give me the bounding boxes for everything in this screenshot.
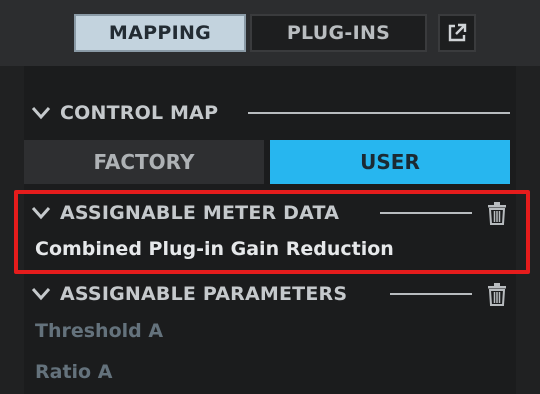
top-toolbar: MAPPING PLUG-INS	[0, 0, 540, 66]
assignable-parameters-header[interactable]: ASSIGNABLE PARAMETERS	[30, 279, 347, 309]
parameter-item-threshold-a[interactable]: Threshold A	[35, 320, 163, 342]
parameter-item-ratio-a[interactable]: Ratio A	[35, 361, 112, 383]
external-window-icon	[448, 23, 467, 42]
chevron-down-icon	[31, 207, 51, 220]
assignable-meter-data-header[interactable]: ASSIGNABLE METER DATA	[30, 198, 339, 228]
assignable-meter-data-title: ASSIGNABLE METER DATA	[60, 202, 340, 224]
user-toggle[interactable]: USER	[270, 140, 510, 184]
chevron-down-icon	[31, 288, 51, 301]
tab-plug-ins[interactable]: PLUG-INS	[250, 14, 427, 52]
meter-data-value[interactable]: Combined Plug-in Gain Reduction	[35, 238, 394, 260]
popout-button[interactable]	[438, 14, 476, 52]
divider	[390, 293, 472, 295]
chevron-down-icon	[31, 107, 51, 120]
factory-toggle[interactable]: FACTORY	[24, 140, 264, 184]
divider	[248, 112, 510, 114]
tab-mapping[interactable]: MAPPING	[74, 14, 246, 52]
assignable-parameters-title: ASSIGNABLE PARAMETERS	[60, 283, 348, 305]
trash-icon[interactable]	[486, 282, 508, 306]
control-map-header[interactable]: CONTROL MAP	[30, 98, 218, 128]
divider	[380, 212, 472, 214]
control-map-title: CONTROL MAP	[60, 102, 219, 124]
trash-icon[interactable]	[486, 201, 508, 225]
